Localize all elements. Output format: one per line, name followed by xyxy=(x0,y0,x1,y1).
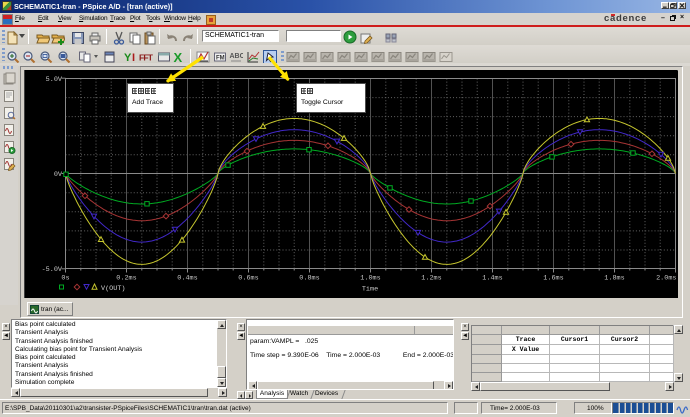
svg-text:V(OUT): V(OUT) xyxy=(101,285,125,293)
svg-text:ABC: ABC xyxy=(230,53,244,60)
svg-text:0.4ms: 0.4ms xyxy=(177,275,197,283)
svg-text:5.0V: 5.0V xyxy=(46,76,63,84)
svg-text:0s: 0s xyxy=(61,275,69,283)
svg-text:1.8ms: 1.8ms xyxy=(604,275,624,283)
svg-text:X: X xyxy=(174,50,183,64)
svg-text:1.2ms: 1.2ms xyxy=(421,275,441,283)
svg-text:1.4ms: 1.4ms xyxy=(482,275,502,283)
svg-text:-5.0V: -5.0V xyxy=(42,266,63,274)
svg-text:1.6ms: 1.6ms xyxy=(543,275,563,283)
svg-text:FFT: FFT xyxy=(139,53,153,63)
svg-text:1.0ms: 1.0ms xyxy=(360,275,380,283)
svg-text:0.8ms: 0.8ms xyxy=(299,275,319,283)
svg-text:Time: Time xyxy=(362,286,378,294)
svg-text:0.6ms: 0.6ms xyxy=(238,275,258,283)
svg-text:0V: 0V xyxy=(54,171,63,179)
svg-text:0.2ms: 0.2ms xyxy=(116,275,136,283)
svg-text:2.0ms: 2.0ms xyxy=(656,275,676,283)
svg-text:FM: FM xyxy=(216,56,225,62)
